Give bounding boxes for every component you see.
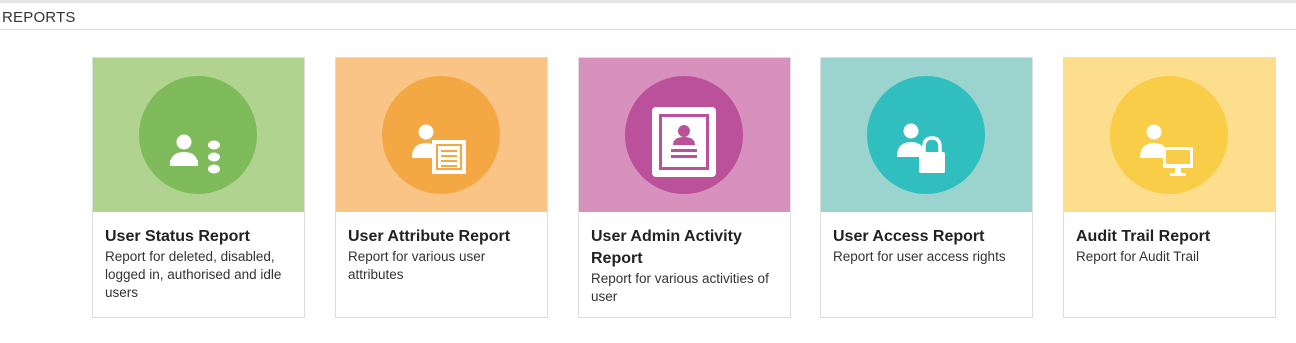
card-banner bbox=[821, 58, 1032, 212]
card-banner bbox=[579, 58, 790, 212]
card-description: Report for various activities of user bbox=[591, 271, 769, 304]
user-access-report-card[interactable]: User Access Report Report for user acces… bbox=[820, 57, 1033, 318]
card-banner bbox=[336, 58, 547, 212]
card-description: Report for user access rights bbox=[833, 249, 1006, 264]
icon-circle bbox=[625, 76, 743, 194]
user-computer-icon bbox=[1140, 124, 1193, 176]
card-description: Report for deleted, disabled, logged in,… bbox=[105, 249, 282, 300]
icon-circle bbox=[382, 76, 500, 194]
user-attribute-icon bbox=[412, 124, 466, 174]
user-profile-document-icon bbox=[652, 107, 716, 177]
card-title: User Access Report bbox=[833, 228, 985, 245]
card-description: Report for Audit Trail bbox=[1076, 249, 1200, 264]
user-attribute-report-card[interactable]: User Attribute Report Report for various… bbox=[335, 57, 548, 318]
card-title: User Admin Activity Report bbox=[591, 228, 742, 267]
card-title: Audit Trail Report bbox=[1076, 228, 1211, 245]
card-title: User Status Report bbox=[105, 228, 250, 245]
icon-circle bbox=[867, 76, 985, 194]
user-status-icon bbox=[170, 134, 220, 174]
user-lock-icon bbox=[897, 123, 945, 173]
audit-trail-report-card[interactable]: Audit Trail Report Report for Audit Trai… bbox=[1063, 57, 1276, 318]
icon-circle bbox=[139, 76, 257, 194]
card-title: User Attribute Report bbox=[348, 228, 511, 245]
card-banner bbox=[93, 58, 304, 212]
page-title: REPORTS bbox=[2, 9, 76, 26]
icon-circle bbox=[1110, 76, 1228, 194]
user-status-report-card[interactable]: User Status Report Report for deleted, d… bbox=[92, 57, 305, 318]
user-admin-activity-report-card[interactable]: User Admin Activity Report Report for va… bbox=[578, 57, 791, 318]
card-banner bbox=[1064, 58, 1275, 212]
card-description: Report for various user attributes bbox=[348, 249, 486, 282]
page-header: REPORTS bbox=[0, 3, 1296, 30]
